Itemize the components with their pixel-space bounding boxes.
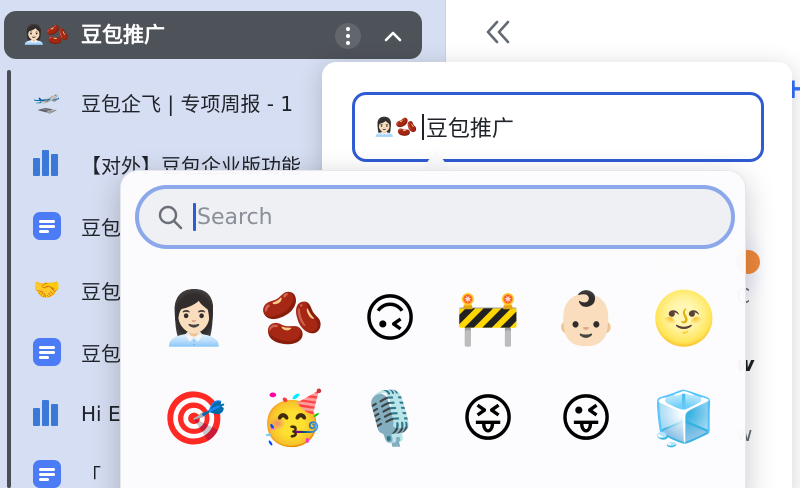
emoji-beans-icon[interactable]: 🫘 <box>243 285 341 353</box>
more-options-button[interactable] <box>335 23 361 49</box>
emoji-grid: 👩🏻‍💼 🫘 🙃 🚧 👶🏻 🌝 🎯 🥳 🎙️ 😝 😜 🧊 <box>145 285 735 453</box>
collapse-sidebar-button[interactable] <box>478 14 518 50</box>
emoji-full-moon-face-icon[interactable]: 🌝 <box>635 285 733 353</box>
handshake-icon: 🤝 <box>33 277 61 303</box>
emoji-direct-hit-icon[interactable]: 🎯 <box>145 385 243 453</box>
emoji-winking-tongue-icon[interactable]: 😜 <box>537 385 635 453</box>
emoji-search-field[interactable] <box>135 185 735 249</box>
search-caret <box>193 203 196 231</box>
space-title[interactable]: 豆包推广 <box>81 22 165 48</box>
emoji-office-worker-icon[interactable]: 👩🏻‍💼 <box>145 285 243 353</box>
title-input[interactable]: 👩🏻‍💼🫘 豆包推广 <box>352 92 764 162</box>
emoji-squinting-tongue-icon[interactable]: 😝 <box>439 385 537 453</box>
picker-arrow <box>420 150 452 172</box>
sidebar-item-label: 豆包企飞 | 专项周报 - 1 <box>81 91 294 116</box>
emoji-search-input[interactable] <box>197 197 697 237</box>
space-header[interactable]: 👩🏻‍💼🫘 豆包推广 <box>4 11 422 59</box>
emoji-picker: 👩🏻‍💼 🫘 🙃 🚧 👶🏻 🌝 🎯 🥳 🎙️ 😝 😜 🧊 <box>120 170 746 488</box>
text-caret <box>421 114 424 140</box>
doc-icon <box>30 335 64 369</box>
emoji-upside-down-face-icon[interactable]: 🙃 <box>341 285 439 353</box>
emoji-ice-icon[interactable]: 🧊 <box>635 385 733 453</box>
space-emoji-icon[interactable]: 👩🏻‍💼🫘 <box>22 23 69 47</box>
emoji-partying-face-icon[interactable]: 🥳 <box>243 385 341 453</box>
sidebar-item-label: Hi E <box>81 402 121 426</box>
title-input-value: 豆包推广 <box>425 117 514 142</box>
doc-icon <box>30 209 64 243</box>
emoji-construction-icon[interactable]: 🚧 <box>439 285 537 353</box>
sidebar-item-label: 豆包 <box>81 341 121 366</box>
search-icon <box>158 205 183 230</box>
doc-icon <box>30 457 64 488</box>
title-emoji-icon[interactable]: 👩🏻‍💼🫘 <box>373 117 418 138</box>
chevron-up-icon <box>384 31 402 42</box>
emoji-baby-icon[interactable]: 👶🏻 <box>537 285 635 353</box>
airplane-icon: 🛫 <box>33 89 61 115</box>
sidebar-item-label: 「 <box>81 463 101 488</box>
sidebar-item-label: 豆包 <box>81 279 121 304</box>
sheet-icon <box>30 397 64 431</box>
double-chevron-left-icon <box>486 20 510 44</box>
tree-indent-line <box>7 70 11 488</box>
more-icon <box>346 26 350 47</box>
sidebar-item-label: 豆包 <box>81 215 121 240</box>
sheet-icon <box>30 147 64 181</box>
collapse-space-button[interactable] <box>380 23 406 49</box>
emoji-microphone-icon[interactable]: 🎙️ <box>341 385 439 453</box>
